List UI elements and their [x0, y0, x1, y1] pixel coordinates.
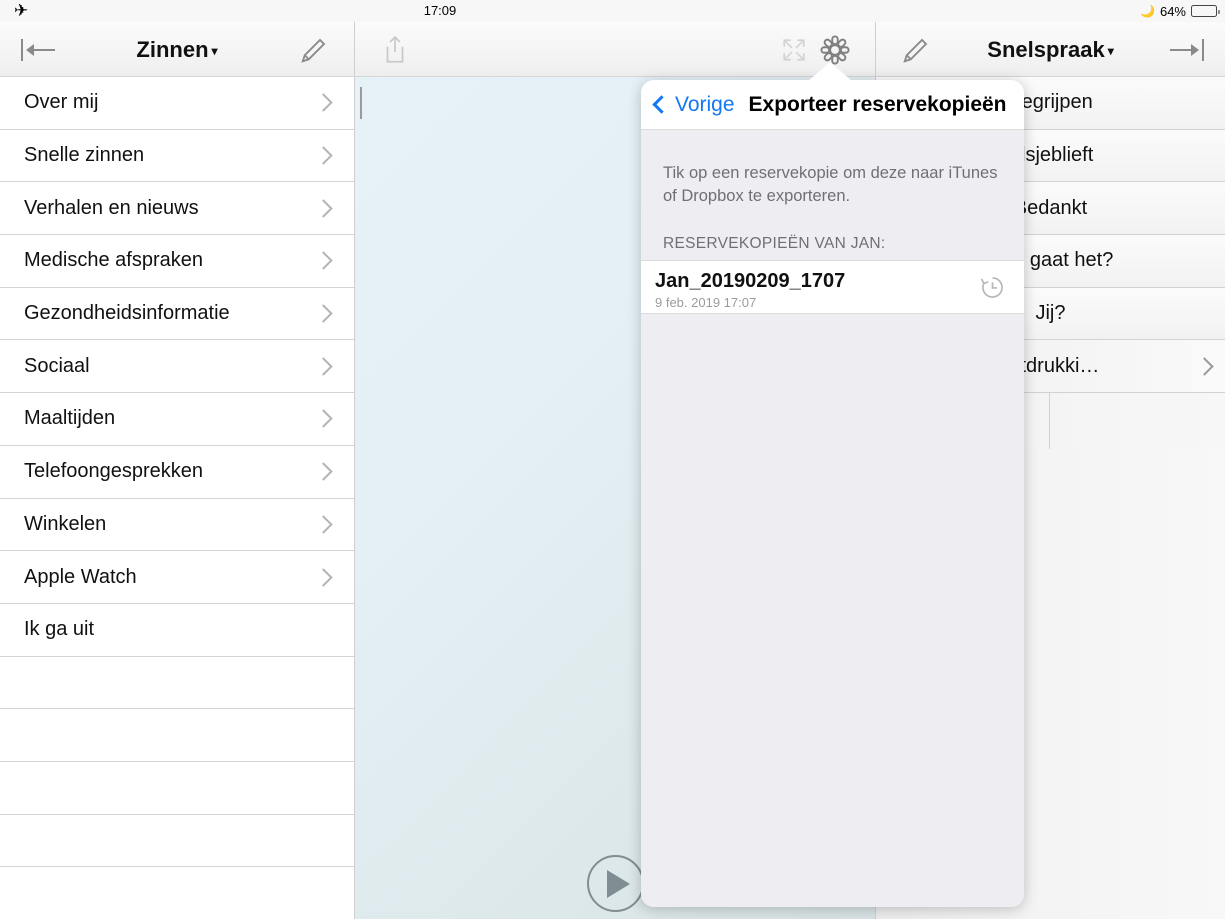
left-pane-toolbar: Zinnen ▾	[0, 22, 354, 77]
right-pane-forward-button[interactable]	[1159, 22, 1211, 77]
list-item-empty	[0, 814, 354, 868]
popover-back-button[interactable]: Vorige	[652, 92, 735, 117]
popover-arrow	[808, 62, 852, 81]
chevron-right-icon	[314, 515, 333, 534]
list-item-label: Medische afspraken	[24, 249, 203, 272]
popover-header: Vorige Exporteer reservekopieën	[641, 80, 1024, 130]
chevron-right-icon	[314, 304, 333, 323]
chevron-right-icon	[1195, 357, 1214, 376]
list-item[interactable]: Apple Watch	[0, 551, 354, 604]
expand-button[interactable]	[781, 22, 807, 77]
status-bar-clock: 17:09	[423, 3, 457, 18]
expand-icon	[783, 38, 805, 61]
list-item[interactable]: Sociaal	[0, 340, 354, 394]
chevron-right-icon	[314, 567, 333, 587]
right-pane-toolbar: Snelspraak ▾	[875, 22, 1225, 77]
list-item-label: Gezondheidsinformatie	[24, 302, 230, 325]
battery-percent-label: 64%	[1159, 3, 1186, 19]
text-cursor	[360, 87, 362, 119]
quick-phrase-label: Jij?	[1035, 302, 1066, 325]
center-pane-toolbar	[354, 22, 875, 77]
popover-title: Exporteer reservekopieën	[748, 92, 1007, 116]
share-icon	[386, 35, 404, 63]
list-item[interactable]: Telefoongesprekken	[0, 445, 354, 499]
list-item-empty	[0, 656, 354, 710]
chevron-right-icon	[314, 251, 333, 271]
list-item-empty	[0, 709, 354, 762]
list-item-label: Apple Watch	[24, 565, 137, 588]
popover-back-label: Vorige	[675, 92, 735, 116]
left-pane-edit-button[interactable]	[288, 22, 340, 77]
list-item[interactable]: Snelle zinnen	[0, 129, 354, 183]
backup-list[interactable]: Jan_20190209_1707 9 feb. 2019 17:07	[641, 260, 1024, 314]
list-item-empty	[0, 761, 354, 815]
chevron-right-icon	[314, 409, 333, 429]
list-item-label: Ik ga uit	[24, 618, 95, 641]
chevron-down-icon: ▾	[1107, 44, 1114, 58]
right-pane-title-label: Snelspraak	[987, 37, 1105, 62]
share-button[interactable]	[369, 22, 421, 77]
backup-name: Jan_20190209_1707	[655, 270, 846, 292]
backup-timestamp: 9 feb. 2019 17:07	[655, 295, 757, 310]
list-item-label: Maaltijden	[24, 407, 116, 430]
chevron-down-icon: ▾	[211, 44, 218, 58]
list-item-label: Over mij	[24, 91, 99, 114]
list-item[interactable]: Gezondheidsinformatie	[0, 287, 354, 341]
chevron-left-icon	[652, 95, 671, 114]
list-item-label: Sociaal	[24, 354, 90, 377]
list-item-label: Snelle zinnen	[24, 144, 145, 167]
chevron-right-icon	[314, 357, 333, 376]
list-item[interactable]: Winkelen	[0, 498, 354, 552]
pencil-icon	[301, 38, 326, 63]
status-bar-right: 🌙 64%	[1140, 0, 1220, 22]
list-item[interactable]: Medische afspraken	[0, 235, 354, 288]
popover-description: Tik op een reservekopie om deze naar iTu…	[663, 164, 998, 205]
export-backups-popover: Vorige Exporteer reservekopieën Tik op e…	[641, 80, 1024, 907]
list-item[interactable]: Over mij	[0, 77, 354, 130]
battery-icon	[1191, 5, 1220, 17]
status-bar: ✈ 17:09 🌙 64%	[0, 0, 1225, 22]
chevron-right-icon	[314, 146, 333, 165]
quick-phrase-label: Bedankt	[1013, 196, 1088, 219]
list-item[interactable]: Ik ga uit	[0, 603, 354, 657]
play-button[interactable]	[587, 855, 644, 912]
left-pane-title-label: Zinnen	[136, 37, 209, 62]
history-clock-icon	[980, 277, 1003, 298]
backup-list-item[interactable]: Jan_20190209_1707 9 feb. 2019 17:07	[641, 260, 1024, 314]
list-item[interactable]: Verhalen en nieuws	[0, 182, 354, 236]
list-item-empty	[0, 867, 354, 919]
chevron-right-icon	[314, 199, 333, 218]
popover-section-header: RESERVEKOPIEËN VAN JAN:	[663, 235, 886, 252]
list-item-label: Winkelen	[24, 512, 107, 535]
list-item-label: Verhalen en nieuws	[24, 196, 199, 219]
list-item[interactable]: Maaltijden	[0, 393, 354, 446]
phrase-category-list[interactable]: Over mij Snelle zinnen Verhalen en nieuws M…	[0, 77, 354, 919]
app-screen: ✈ 17:09 🌙 64% Zinnen ▾ Snelspraak ▾ Over…	[0, 0, 1225, 919]
do-not-disturb-moon-icon: 🌙	[1140, 4, 1155, 18]
popover-body: Tik op een reservekopie om deze naar iTu…	[641, 130, 1024, 907]
arrow-to-bar-right-icon	[1166, 38, 1204, 61]
play-icon	[607, 869, 630, 898]
chevron-right-icon	[314, 93, 333, 113]
list-item-label: Telefoongesprekken	[24, 460, 204, 483]
chevron-right-icon	[314, 462, 333, 481]
